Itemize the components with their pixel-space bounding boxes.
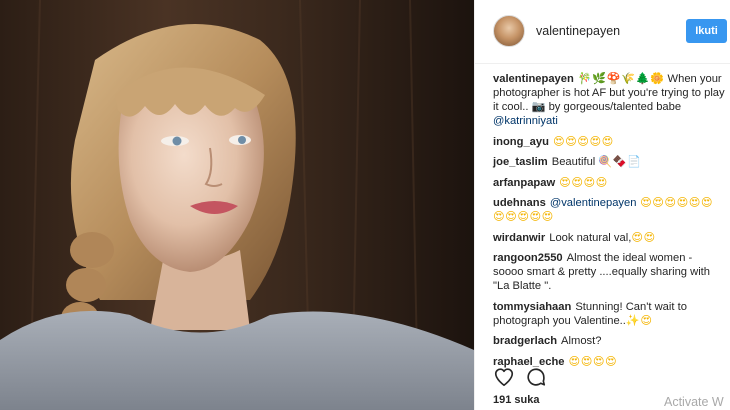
list-item: inong_ayu 😍😍😍😍😍: [493, 135, 725, 149]
list-item: wirdanwir Look natural val,😍😍: [493, 231, 725, 245]
comment-emoji: 😍😍😍😍: [559, 176, 608, 189]
comment-emoji: 🍭🍫📄: [598, 156, 642, 168]
caption-mention[interactable]: @katrinniyati: [493, 115, 558, 127]
caption: valentinepayen 🎋🌿🍄🌾🌲🌼 When your photograp…: [493, 72, 725, 128]
activate-windows-watermark: Activate W: [664, 395, 724, 409]
comment-username[interactable]: joe_taslim: [493, 156, 548, 168]
header-username[interactable]: valentinepayen: [536, 24, 620, 38]
caption-username[interactable]: valentinepayen: [493, 73, 574, 85]
comment-emoji: 😍😍😍😍😍: [552, 135, 614, 148]
post-sidebar: valentinepayen Ikuti valentinepayen 🎋🌿🍄🌾🌲…: [474, 0, 730, 410]
comment-text: Almost?: [561, 335, 602, 347]
list-item: bradgerlach Almost?: [493, 334, 725, 348]
comment-username[interactable]: tommysiahaan: [493, 301, 571, 313]
list-item: arfanpapaw 😍😍😍😍: [493, 176, 725, 190]
caption-emoji: 🎋🌿🍄🌾🌲🌼: [577, 73, 665, 85]
list-item: tommysiahaan Stunning! Can't wait to phot…: [493, 300, 725, 328]
post-actions: [493, 366, 723, 388]
comment-icon[interactable]: [525, 366, 547, 388]
comment-mention[interactable]: @valentinepayen: [550, 197, 637, 209]
comment-emoji: ✨😍: [625, 314, 653, 327]
comment-username[interactable]: inong_ayu: [493, 136, 549, 148]
follow-button[interactable]: Ikuti: [686, 19, 727, 43]
comment-username[interactable]: bradgerlach: [493, 335, 557, 347]
comment-text: Look natural val,: [549, 231, 632, 244]
comment-username[interactable]: udehnans: [493, 197, 546, 209]
list-item: joe_taslim Beautiful 🍭🍫📄: [493, 155, 725, 169]
comment-username[interactable]: wirdanwir: [493, 232, 545, 244]
comment-username[interactable]: rangoon2550: [493, 252, 563, 264]
list-item: rangoon2550 Almost the ideal women - sooo…: [493, 251, 725, 293]
list-item: udehnans @valentinepayen 😍😍😍😍😍😍😍😍😍😍😍: [493, 196, 725, 224]
heart-icon[interactable]: [493, 366, 515, 388]
like-count[interactable]: 191 suka: [493, 394, 539, 406]
comment-text: Beautiful: [551, 156, 599, 168]
comment-emoji: 😍😍: [631, 231, 656, 244]
portrait-photo: [0, 0, 474, 410]
avatar[interactable]: [493, 15, 525, 47]
comment-username[interactable]: arfanpapaw: [493, 177, 555, 189]
comment-list: valentinepayen 🎋🌿🍄🌾🌲🌼 When your photograp…: [493, 72, 725, 375]
post-photo[interactable]: [0, 0, 474, 410]
post-header: valentinepayen Ikuti: [475, 0, 730, 64]
